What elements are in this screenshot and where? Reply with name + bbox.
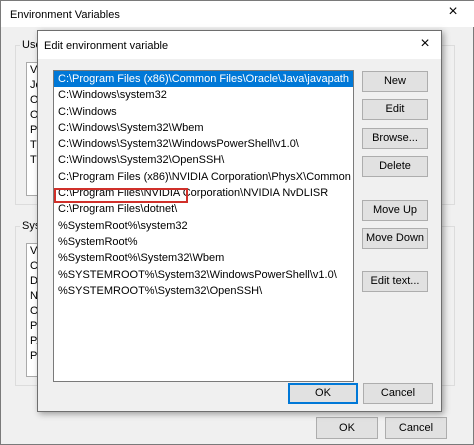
path-list[interactable]: C:\Program Files (x86)\Common Files\Orac…: [53, 70, 354, 382]
path-item[interactable]: %SystemRoot%: [54, 234, 353, 250]
path-item[interactable]: C:\Program Files (x86)\NVIDIA Corporatio…: [54, 169, 353, 185]
move-down-button[interactable]: Move Down: [362, 228, 428, 249]
edit-text-button[interactable]: Edit text...: [362, 271, 428, 292]
delete-button[interactable]: Delete: [362, 156, 428, 177]
ok-button[interactable]: OK: [288, 383, 358, 404]
bg-close-icon[interactable]: ×: [443, 3, 463, 21]
path-item[interactable]: C:\Program Files\dotnet\: [54, 201, 353, 217]
dialog-titlebar: Edit environment variable ×: [38, 31, 441, 59]
bg-ok-button[interactable]: OK: [316, 417, 378, 439]
cancel-button[interactable]: Cancel: [363, 383, 433, 404]
close-icon[interactable]: ×: [415, 35, 435, 53]
bg-window-title: Environment Variables: [10, 9, 120, 21]
path-item[interactable]: C:\Program Files\NVIDIA Corporation\NVID…: [54, 185, 353, 201]
path-item[interactable]: C:\Windows: [54, 104, 353, 120]
edit-environment-variable-dialog: Edit environment variable × C:\Program F…: [37, 30, 442, 412]
path-item[interactable]: C:\Windows\System32\Wbem: [54, 120, 353, 136]
path-item[interactable]: %SYSTEMROOT%\System32\OpenSSH\: [54, 283, 353, 299]
path-item[interactable]: C:\Program Files (x86)\Common Files\Orac…: [54, 71, 353, 88]
browse-button[interactable]: Browse...: [362, 128, 428, 149]
path-item[interactable]: %SystemRoot%\system32: [54, 218, 353, 234]
path-item[interactable]: %SystemRoot%\System32\Wbem: [54, 250, 353, 266]
path-item[interactable]: C:\Windows\system32: [54, 87, 353, 103]
new-button[interactable]: New: [362, 71, 428, 92]
bg-titlebar: Environment Variables ×: [1, 1, 474, 27]
path-item[interactable]: %SYSTEMROOT%\System32\WindowsPowerShell\…: [54, 267, 353, 283]
bg-cancel-button[interactable]: Cancel: [385, 417, 447, 439]
dialog-title: Edit environment variable: [44, 40, 169, 52]
path-item[interactable]: C:\Windows\System32\OpenSSH\: [54, 152, 353, 168]
path-item[interactable]: C:\Windows\System32\WindowsPowerShell\v1…: [54, 136, 353, 152]
move-up-button[interactable]: Move Up: [362, 200, 428, 221]
edit-button[interactable]: Edit: [362, 99, 428, 120]
